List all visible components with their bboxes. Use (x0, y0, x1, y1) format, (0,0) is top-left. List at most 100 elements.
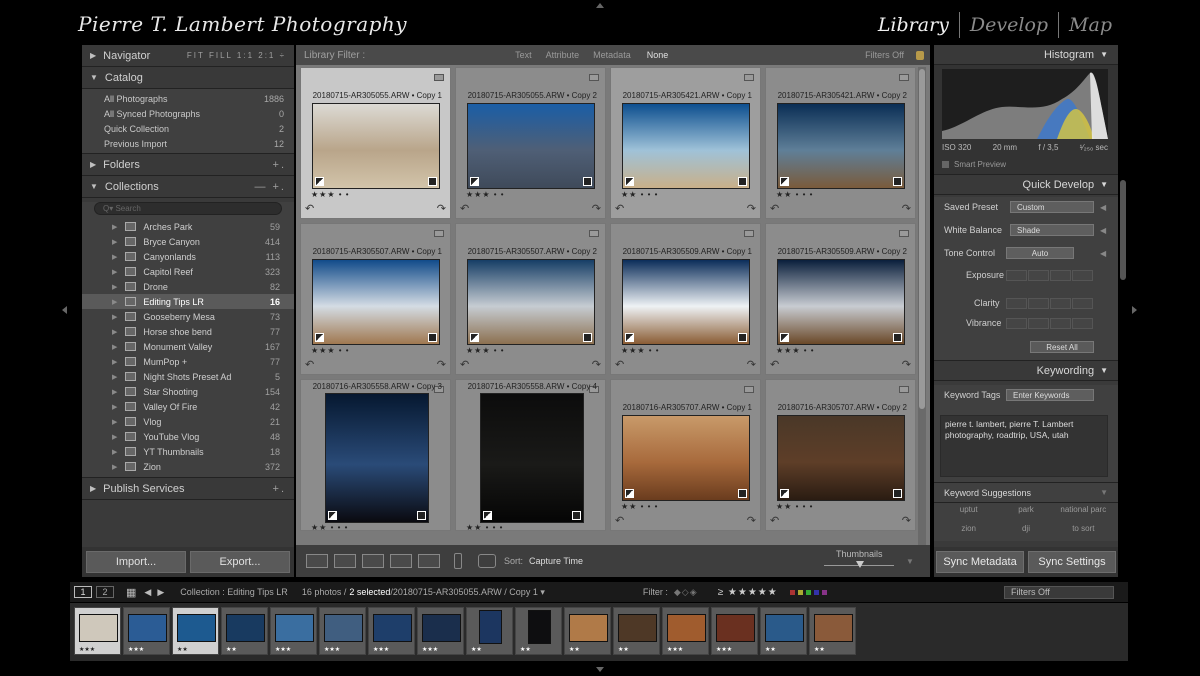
grid-cell[interactable]: 20180716-AR305558.ARW • Copy 4 ★★ • • • … (455, 379, 606, 532)
grid-view-icon[interactable] (306, 554, 328, 568)
quick-collection-marker-icon[interactable] (899, 386, 909, 393)
quick-collection-marker-icon[interactable] (744, 230, 754, 237)
rotate-left-icon[interactable]: ↶ (305, 358, 314, 371)
cell-rating[interactable]: ★★★ • • (466, 190, 505, 199)
rotate-left-icon[interactable]: ↶ (770, 202, 779, 215)
grid-cell[interactable]: 20180715-AR305421.ARW • Copy 2 ★★ • • • … (765, 67, 916, 219)
keywording-header[interactable]: Keywording ▼ (934, 361, 1118, 381)
collection-item[interactable]: ▶ Monument Valley 167 (82, 339, 294, 354)
survey-view-icon[interactable] (390, 554, 412, 568)
sync-settings-button[interactable]: Sync Settings (1028, 551, 1116, 573)
keyword-suggestion[interactable]: to sort (1055, 524, 1112, 539)
flag-filter-icon[interactable]: ◆◇◈ (674, 587, 698, 598)
collection-item[interactable]: ▶ Zion 372 (82, 459, 294, 474)
filmstrip-thumbnail[interactable]: ★★★ (711, 607, 758, 655)
collection-item[interactable]: ▶ Horse shoe bend 77 (82, 324, 294, 339)
develop-settings-badge-icon[interactable] (893, 177, 902, 186)
cell-rating[interactable]: ★★ • • • (621, 502, 658, 511)
develop-settings-badge-icon[interactable] (738, 489, 747, 498)
photo-thumbnail[interactable] (325, 393, 429, 523)
sync-metadata-button[interactable]: Sync Metadata (936, 551, 1024, 573)
collection-item[interactable]: ▶ Bryce Canyon 414 (82, 234, 294, 249)
keyword-suggestion[interactable]: zion (940, 524, 997, 539)
cell-rating[interactable]: ★★ • • • (621, 190, 658, 199)
slider-handle-icon[interactable] (856, 561, 864, 568)
catalog-item[interactable]: Quick Collection 2 (82, 121, 294, 136)
filmstrip-thumbnail[interactable]: ★★ (564, 607, 611, 655)
saved-preset-disclosure-icon[interactable]: ◀ (1100, 203, 1106, 212)
quick-collection-marker-icon[interactable] (589, 74, 599, 81)
filmstrip-thumbnail[interactable]: ★★ (760, 607, 807, 655)
module-map[interactable]: Map (1059, 14, 1122, 36)
filter-tab-metadata[interactable]: Metadata (593, 50, 631, 60)
keyword-suggestion[interactable]: uptut (940, 505, 997, 520)
saved-preset-select[interactable]: Custom (1010, 201, 1094, 213)
photo-thumbnail[interactable] (467, 259, 595, 345)
grid-cell[interactable]: 20180715-AR305055.ARW • Copy 1 ★★★ • • ↶… (300, 67, 451, 219)
photo-thumbnail[interactable] (777, 415, 905, 501)
rotate-right-icon[interactable]: ↷ (902, 358, 911, 371)
catalog-item[interactable]: Previous Import 12 (82, 136, 294, 151)
quick-collection-marker-icon[interactable] (589, 230, 599, 237)
collection-item[interactable]: ▶ Night Shots Preset Ad 5 (82, 369, 294, 384)
rotate-right-icon[interactable]: ↷ (747, 514, 756, 527)
grid-cell[interactable]: 20180716-AR305707.ARW • Copy 2 ★★ • • • … (765, 379, 916, 531)
people-view-icon[interactable] (418, 554, 440, 568)
grid-cell[interactable]: 20180715-AR305507.ARW • Copy 1 ★★★ • • ↶… (300, 223, 451, 375)
filmstrip-thumbnail[interactable]: ★★ (809, 607, 856, 655)
lock-icon[interactable] (916, 50, 924, 60)
quick-collection-marker-icon[interactable] (434, 230, 444, 237)
collections-header[interactable]: ▼ Collections — +. (82, 176, 294, 198)
cell-rating[interactable]: ★★★ • • (621, 346, 660, 355)
grid-scroll-thumb[interactable] (919, 69, 925, 409)
quick-collection-marker-icon[interactable] (899, 230, 909, 237)
grid-cell[interactable]: 20180715-AR305055.ARW • Copy 2 ★★★ • • ↶… (455, 67, 606, 219)
collection-item[interactable]: ▶ YT Thumbnails 18 (82, 444, 294, 459)
rotate-left-icon[interactable]: ↶ (615, 202, 624, 215)
photo-thumbnail[interactable] (467, 103, 595, 189)
photo-thumbnail[interactable] (622, 415, 750, 501)
loupe-view-icon[interactable] (334, 554, 356, 568)
color-label-filter[interactable] (789, 589, 827, 595)
grid-scrollbar[interactable] (918, 67, 926, 545)
collection-item[interactable]: ▶ Drone 82 (82, 279, 294, 294)
collection-item[interactable]: ▶ Arches Park 59 (82, 219, 294, 234)
photo-thumbnail[interactable] (312, 259, 440, 345)
develop-settings-badge-icon[interactable] (583, 333, 592, 342)
filmstrip-thumbnail[interactable]: ★★ (172, 607, 219, 655)
forward-arrow-icon[interactable]: ▶ (157, 587, 164, 598)
catalog-item[interactable]: All Synced Photographs 0 (82, 106, 294, 121)
develop-settings-badge-icon[interactable] (738, 333, 747, 342)
quick-develop-header[interactable]: Quick Develop ▼ (934, 175, 1118, 195)
add-publish-service-button[interactable]: +. (273, 483, 286, 495)
collections-search-input[interactable]: Q▾ Search (94, 202, 282, 215)
rotate-left-icon[interactable]: ↶ (770, 514, 779, 527)
photo-thumbnail[interactable] (622, 103, 750, 189)
quick-collection-marker-icon[interactable] (744, 386, 754, 393)
vibrance-stepper[interactable] (1006, 317, 1094, 329)
photo-thumbnail[interactable] (622, 259, 750, 345)
catalog-item[interactable]: All Photographs 1886 (82, 91, 294, 106)
cell-rating[interactable]: ★★ • • • (776, 190, 813, 199)
back-arrow-icon[interactable]: ◀ (144, 587, 151, 598)
filmstrip-thumbnail[interactable]: ★★★ (368, 607, 415, 655)
publish-services-header[interactable]: ▶ Publish Services +. (82, 478, 294, 500)
rotate-left-icon[interactable]: ↶ (615, 514, 624, 527)
filmstrip-thumbnail[interactable]: ★★ (466, 607, 513, 655)
top-panel-toggle-icon[interactable] (596, 3, 604, 8)
collection-item[interactable]: ▶ YouTube Vlog 48 (82, 429, 294, 444)
rotate-right-icon[interactable]: ↷ (437, 202, 446, 215)
photo-thumbnail[interactable] (777, 259, 905, 345)
filmstrip-thumbnail[interactable]: ★★★ (662, 607, 709, 655)
collection-item[interactable]: ▶ Canyonlands 113 (82, 249, 294, 264)
filmstrip-thumbnail[interactable]: ★★★ (270, 607, 317, 655)
collection-item[interactable]: ▶ Vlog 21 (82, 414, 294, 429)
rotate-right-icon[interactable]: ↷ (747, 202, 756, 215)
second-window-button[interactable]: 2 (96, 586, 114, 598)
cell-rating[interactable]: ★★ • • • (776, 502, 813, 511)
collection-item[interactable]: ▶ Gooseberry Mesa 73 (82, 309, 294, 324)
clarity-stepper[interactable] (1006, 297, 1094, 309)
right-panel-scrollbar[interactable] (1120, 180, 1126, 280)
white-balance-disclosure-icon[interactable]: ◀ (1100, 226, 1106, 235)
collections-actions[interactable]: — +. (254, 181, 286, 193)
